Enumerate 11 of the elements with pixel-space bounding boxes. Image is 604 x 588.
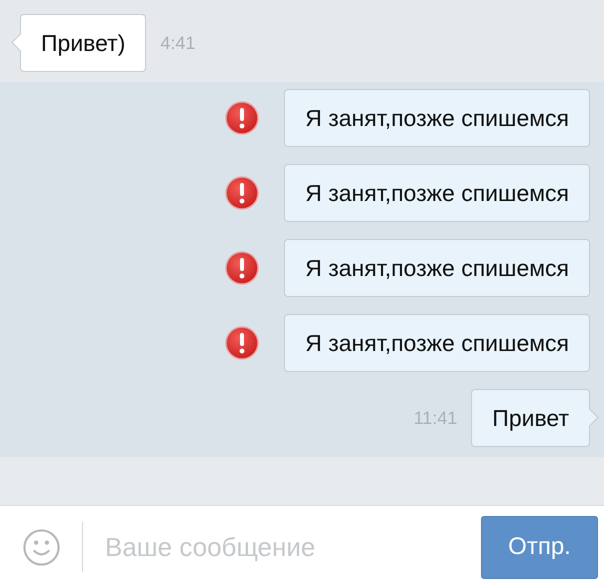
message-bubble: Я занят,позже спишемся — [284, 239, 590, 297]
message-bubble: Я занят,позже спишемся — [284, 314, 590, 372]
error-icon[interactable] — [224, 175, 260, 211]
message-bubble: Я занят,позже спишемся — [284, 89, 590, 147]
message-time: 4:41 — [160, 32, 196, 54]
message-input[interactable]: Ваше сообщение — [105, 532, 473, 562]
error-icon[interactable] — [224, 250, 260, 286]
message-bubble: Я занят,позже спишемся — [284, 164, 590, 222]
send-button[interactable]: Отпр. — [481, 516, 598, 578]
error-icon[interactable] — [224, 100, 260, 136]
error-icon[interactable] — [224, 325, 260, 361]
